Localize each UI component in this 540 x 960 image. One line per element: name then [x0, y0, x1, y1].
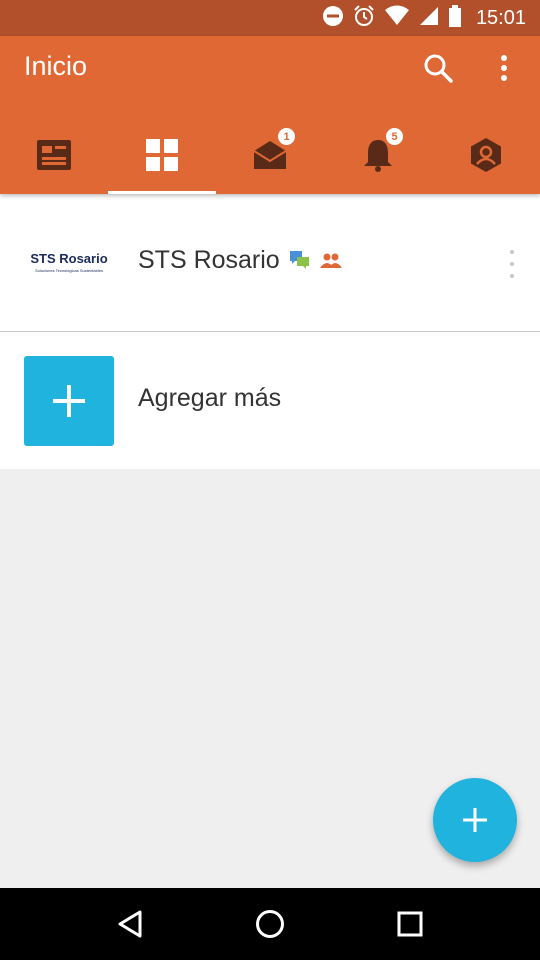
wifi-icon	[384, 5, 410, 32]
tab-news[interactable]	[0, 116, 108, 194]
back-icon	[118, 910, 142, 938]
home-button[interactable]	[240, 894, 300, 954]
overflow-menu-button[interactable]	[486, 50, 522, 86]
signal-icon	[418, 5, 440, 32]
grid-icon	[146, 139, 178, 171]
news-icon	[37, 140, 71, 170]
do-not-disturb-icon	[322, 5, 344, 32]
status-time: 15:01	[475, 6, 526, 29]
group-icon	[319, 253, 342, 269]
app-bar: Inicio 1 5	[0, 36, 540, 194]
logo-subtext: Soluciones Tecnológicas Sustentables	[35, 268, 103, 273]
chat-icon	[289, 250, 310, 271]
plus-icon	[53, 385, 85, 417]
tab-notifications[interactable]: 5	[324, 116, 432, 194]
add-tile[interactable]	[24, 356, 114, 446]
profile-icon	[471, 138, 501, 172]
recents-icon	[397, 911, 423, 937]
battery-icon	[448, 4, 462, 32]
recents-button[interactable]	[380, 894, 440, 954]
tab-bar: 1 5	[0, 116, 540, 194]
page-title: Inicio	[24, 51, 88, 81]
list-item[interactable]: STS Rosario Soluciones Tecnológicas Sust…	[0, 194, 540, 332]
community-logo: STS Rosario Soluciones Tecnológicas Sust…	[24, 217, 114, 307]
add-more-row[interactable]: Agregar más	[0, 332, 540, 469]
back-button[interactable]	[100, 894, 160, 954]
tab-grid[interactable]	[108, 116, 216, 194]
dot	[510, 262, 514, 266]
item-menu-button[interactable]	[506, 250, 518, 278]
plus-icon	[463, 808, 487, 832]
status-icons: 15:01	[322, 0, 526, 36]
app-actions	[420, 50, 522, 86]
logo-text: STS Rosario	[30, 251, 108, 266]
home-icon	[256, 910, 284, 938]
list-item-title: STS Rosario	[138, 246, 280, 274]
list-item-title-wrap: STS Rosario	[138, 246, 342, 275]
status-bar: 15:01	[0, 0, 540, 36]
notifications-badge: 5	[386, 128, 403, 145]
system-nav-bar	[0, 888, 540, 960]
fab-add-button[interactable]	[433, 778, 517, 862]
dot	[510, 274, 514, 278]
tab-messages[interactable]: 1	[216, 116, 324, 194]
search-button[interactable]	[420, 50, 456, 86]
more-vert-icon	[501, 55, 507, 81]
alarm-icon	[352, 4, 376, 33]
search-icon	[424, 54, 453, 83]
dot	[510, 250, 514, 254]
messages-badge: 1	[278, 128, 295, 145]
tab-profile[interactable]	[432, 116, 540, 194]
community-list: STS Rosario Soluciones Tecnológicas Sust…	[0, 194, 540, 469]
add-more-label: Agregar más	[138, 384, 282, 412]
